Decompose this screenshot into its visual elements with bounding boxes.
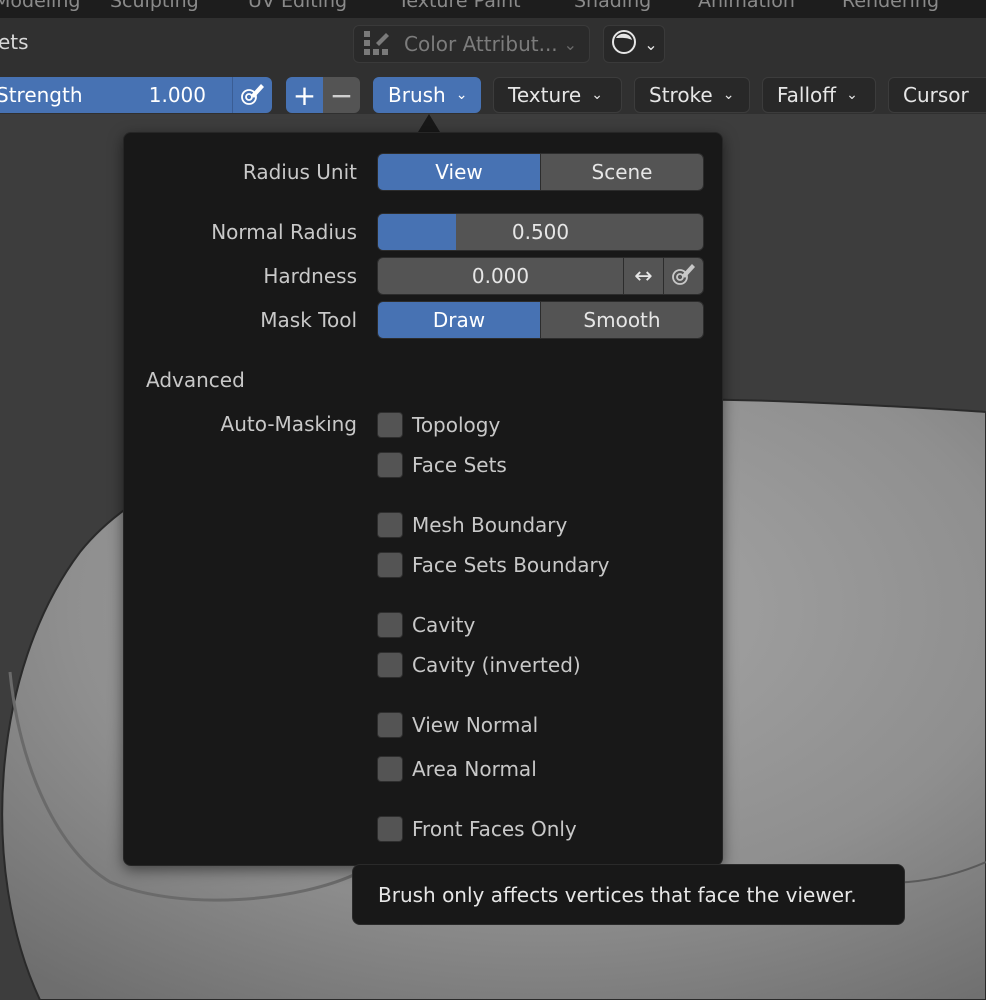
mask-tool-smooth-button[interactable]: Smooth: [540, 302, 703, 338]
add-direction-button[interactable]: +: [286, 77, 323, 113]
hardness-label: Hardness: [263, 264, 357, 288]
front-faces-only-checkbox-row[interactable]: Front Faces Only: [377, 815, 577, 843]
subtract-direction-button[interactable]: −: [323, 77, 360, 113]
strength-label: Strength: [0, 83, 83, 107]
falloff-menu-label: Falloff: [777, 83, 837, 107]
tab-animation[interactable]: Animation: [698, 0, 795, 12]
stroke-menu-button[interactable]: Stroke ⌄: [634, 77, 750, 113]
chevron-down-icon: ⌄: [644, 34, 658, 54]
chevron-down-icon: ⌄: [846, 87, 858, 103]
double-arrow-icon: ↔: [634, 263, 653, 289]
radius-unit-label: Radius Unit: [242, 160, 357, 184]
header-left-text: ets: [0, 30, 29, 54]
normal-radius-value: 0.500: [511, 220, 570, 244]
tab-sculpting[interactable]: Sculpting: [110, 0, 199, 12]
view-normal-label: View Normal: [412, 713, 539, 737]
view-normal-checkbox[interactable]: [377, 712, 403, 738]
topology-label: Topology: [412, 413, 501, 437]
face-sets-checkbox[interactable]: [377, 452, 403, 478]
cavity-checkbox-row[interactable]: Cavity: [377, 611, 475, 639]
radius-unit-scene-button[interactable]: Scene: [540, 154, 703, 190]
workspace-tabs: Modeling Sculpting UV Editing Texture Pa…: [0, 0, 986, 18]
auto-masking-label: Auto-Masking: [220, 412, 357, 436]
mask-tool-draw-button[interactable]: Draw: [378, 302, 540, 338]
mask-tool-toggle: Draw Smooth: [377, 301, 704, 339]
cavity-inverted-label: Cavity (inverted): [412, 653, 581, 677]
popover-arrow: [418, 114, 440, 132]
radius-unit-toggle: View Scene: [377, 153, 704, 191]
cavity-inverted-checkbox-row[interactable]: Cavity (inverted): [377, 651, 581, 679]
cavity-checkbox[interactable]: [377, 612, 403, 638]
mesh-boundary-checkbox-row[interactable]: Mesh Boundary: [377, 511, 567, 539]
falloff-menu-button[interactable]: Falloff ⌄: [762, 77, 876, 113]
color-attribute-icon: [362, 29, 392, 59]
viewport-header: ets Color Attribut... ⌄ ⌄: [0, 18, 986, 74]
strength-slider[interactable]: Strength 1.000: [0, 77, 232, 113]
mask-tool-label: Mask Tool: [260, 308, 357, 332]
face-sets-boundary-checkbox-row[interactable]: Face Sets Boundary: [377, 551, 610, 579]
brush-settings-popover: Radius Unit View Scene Normal Radius 0.5…: [123, 132, 723, 866]
tool-header: Strength 1.000 + − Brush ⌄ Texture ⌄ Str…: [0, 74, 986, 114]
tab-uv-editing[interactable]: UV Editing: [248, 0, 347, 12]
tab-shading[interactable]: Shading: [574, 0, 651, 12]
tab-rendering[interactable]: Rendering: [842, 0, 939, 12]
cavity-label: Cavity: [412, 613, 476, 637]
brush-menu-label: Brush: [388, 83, 446, 107]
face-sets-checkbox-row[interactable]: Face Sets: [377, 451, 507, 479]
front-faces-only-checkbox[interactable]: [377, 816, 403, 842]
viewport-shading-icon: [610, 28, 638, 60]
pen-pressure-icon: [671, 260, 697, 292]
view-normal-checkbox-row[interactable]: View Normal: [377, 711, 538, 739]
chevron-down-icon: ⌄: [591, 87, 603, 103]
strength-pressure-button[interactable]: [232, 77, 272, 113]
mesh-boundary-label: Mesh Boundary: [412, 513, 568, 537]
advanced-section-label: Advanced: [146, 368, 245, 392]
hardness-value[interactable]: 0.000: [378, 258, 623, 294]
mesh-boundary-checkbox[interactable]: [377, 512, 403, 538]
topology-checkbox-row[interactable]: Topology: [377, 411, 500, 439]
chevron-down-icon: ⌄: [455, 87, 468, 103]
strength-value: 1.000: [148, 83, 206, 107]
face-sets-label: Face Sets: [412, 453, 507, 477]
cursor-menu-button[interactable]: Cursor: [888, 77, 986, 113]
hardness-pressure-button[interactable]: [663, 258, 703, 294]
direction-toggle: + −: [286, 77, 360, 113]
topology-checkbox[interactable]: [377, 412, 403, 438]
front-faces-only-label: Front Faces Only: [412, 817, 577, 841]
color-attribute-label: Color Attribut...: [404, 32, 558, 56]
color-attribute-dropdown[interactable]: Color Attribut... ⌄: [353, 25, 590, 63]
area-normal-label: Area Normal: [412, 757, 537, 781]
tooltip: Brush only affects vertices that face th…: [352, 864, 905, 925]
cavity-inverted-checkbox[interactable]: [377, 652, 403, 678]
hardness-invert-button[interactable]: ↔: [623, 258, 663, 294]
brush-menu-button[interactable]: Brush ⌄: [373, 77, 481, 113]
chevron-down-icon: ⌄: [563, 34, 578, 54]
normal-radius-slider[interactable]: 0.500: [377, 213, 704, 251]
texture-menu-button[interactable]: Texture ⌄: [493, 77, 622, 113]
face-sets-boundary-checkbox[interactable]: [377, 552, 403, 578]
hardness-field: 0.000 ↔: [377, 257, 704, 295]
radius-unit-view-button[interactable]: View: [378, 154, 540, 190]
area-normal-checkbox[interactable]: [377, 756, 403, 782]
normal-radius-label: Normal Radius: [211, 220, 357, 244]
area-normal-checkbox-row[interactable]: Area Normal: [377, 755, 537, 783]
face-sets-boundary-label: Face Sets Boundary: [412, 553, 610, 577]
tab-modeling[interactable]: Modeling: [0, 0, 80, 12]
cursor-menu-label: Cursor: [903, 83, 969, 107]
tab-texture-paint[interactable]: Texture Paint: [398, 0, 521, 12]
texture-menu-label: Texture: [508, 83, 582, 107]
stroke-menu-label: Stroke: [649, 83, 713, 107]
viewport-shading-button[interactable]: ⌄: [603, 25, 665, 63]
chevron-down-icon: ⌄: [722, 87, 735, 103]
pen-pressure-icon: [240, 80, 266, 110]
